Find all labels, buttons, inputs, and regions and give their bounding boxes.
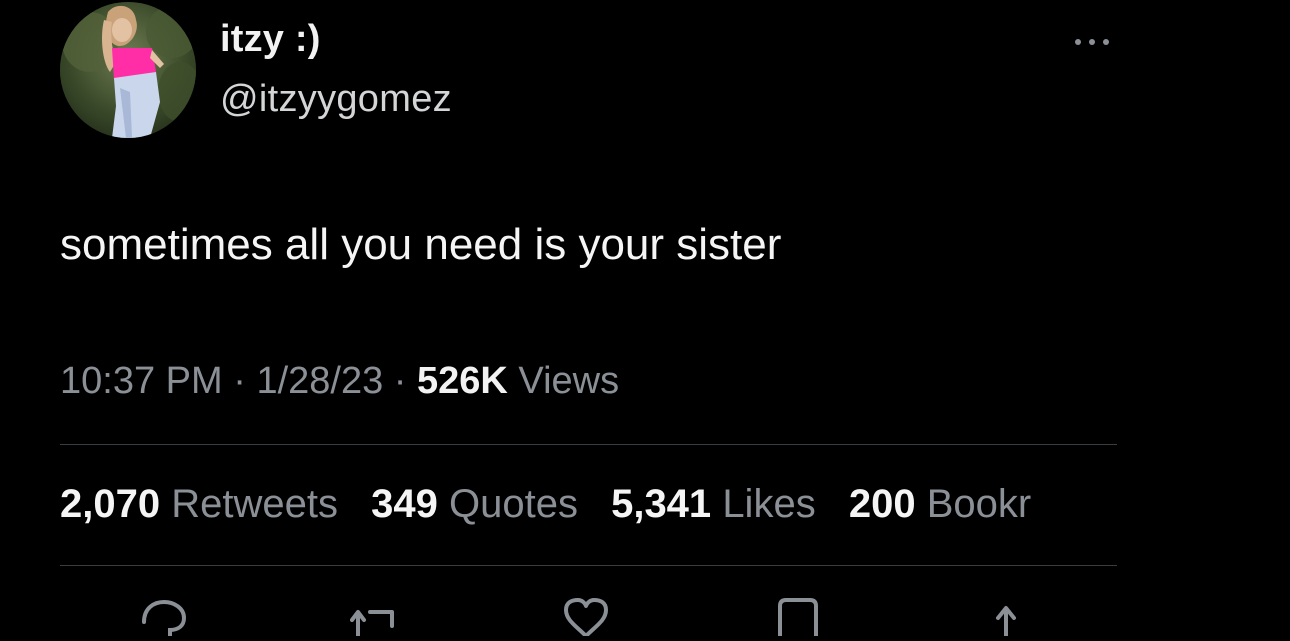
likes-stat[interactable]: 5,341 Likes bbox=[611, 482, 816, 527]
engagement-stats: 2,070 Retweets 349 Quotes 5,341 Likes 20… bbox=[60, 482, 1180, 527]
tweet-date[interactable]: 1/28/23 bbox=[256, 360, 383, 402]
like-icon bbox=[564, 598, 608, 638]
display-name[interactable]: itzy :) bbox=[220, 18, 321, 61]
more-options-button[interactable] bbox=[1070, 30, 1114, 54]
meta-separator: · bbox=[393, 360, 407, 402]
tweet-card: itzy :) @itzyygomez sometimes all you ne… bbox=[0, 0, 1290, 638]
views-label: Views bbox=[518, 360, 620, 402]
retweets-label: Retweets bbox=[171, 482, 338, 526]
action-bar bbox=[0, 596, 1290, 638]
avatar-photo bbox=[60, 2, 196, 138]
reply-button[interactable] bbox=[140, 596, 188, 638]
bookmarks-count: 200 bbox=[848, 482, 916, 526]
tweet-text: sometimes all you need is your sister bbox=[60, 220, 782, 269]
views-count: 526K bbox=[417, 360, 508, 402]
bookmark-button[interactable] bbox=[774, 596, 822, 636]
bookmark-icon bbox=[778, 598, 818, 636]
user-handle[interactable]: @itzyygomez bbox=[220, 78, 452, 121]
reply-icon bbox=[142, 599, 187, 638]
avatar[interactable] bbox=[60, 2, 196, 138]
meta-separator: · bbox=[233, 360, 246, 402]
likes-label: Likes bbox=[722, 482, 816, 526]
retweet-icon bbox=[350, 610, 394, 638]
tweet-time[interactable]: 10:37 PM bbox=[60, 360, 223, 402]
retweets-count: 2,070 bbox=[60, 482, 161, 526]
share-icon bbox=[996, 606, 1016, 638]
quotes-count: 349 bbox=[371, 482, 438, 526]
tweet-metadata: 10:37 PM · 1/28/23 · 526K Views bbox=[60, 360, 619, 403]
retweet-button[interactable] bbox=[350, 596, 398, 638]
more-dots-icon bbox=[1075, 39, 1109, 45]
retweets-stat[interactable]: 2,070 Retweets bbox=[60, 482, 338, 527]
divider bbox=[60, 444, 1117, 445]
share-button[interactable] bbox=[982, 596, 1030, 638]
likes-count: 5,341 bbox=[611, 482, 712, 526]
like-button[interactable] bbox=[562, 596, 610, 638]
bookmarks-label: Bookr bbox=[926, 482, 1032, 526]
quotes-label: Quotes bbox=[448, 482, 578, 526]
quotes-stat[interactable]: 349 Quotes bbox=[371, 482, 578, 527]
divider bbox=[60, 565, 1117, 566]
bookmarks-stat[interactable]: 200 Bookr bbox=[849, 482, 1031, 527]
